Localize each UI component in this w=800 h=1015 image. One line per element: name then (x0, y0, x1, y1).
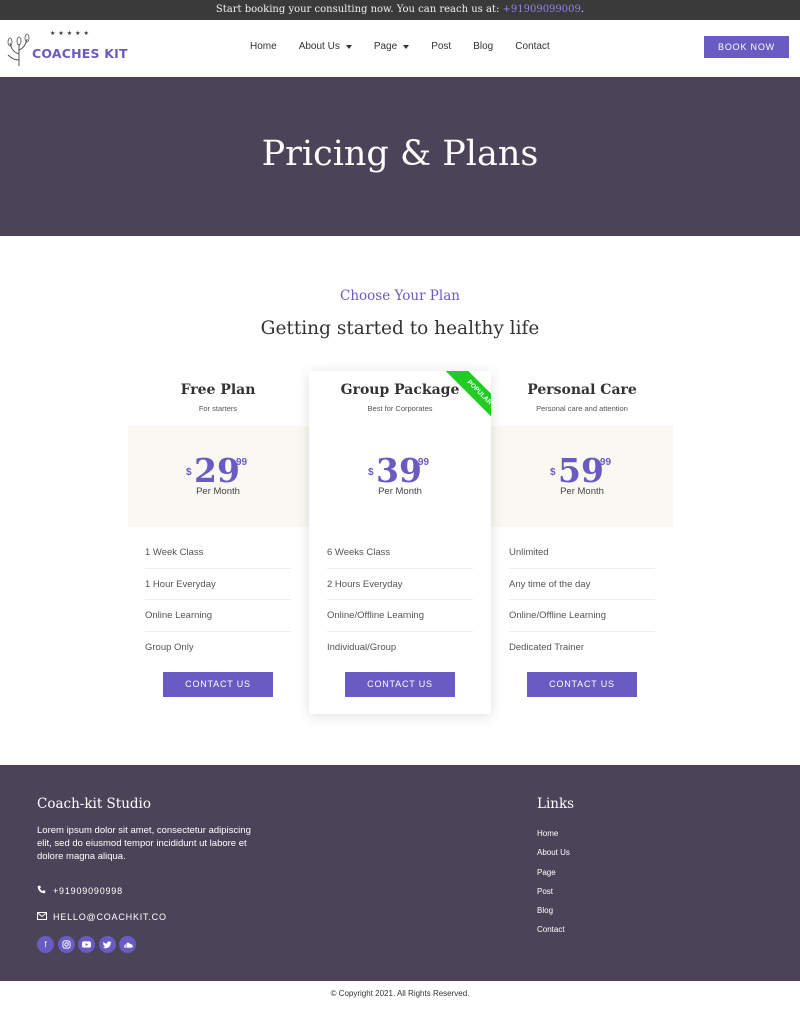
nav-item-home[interactable]: Home (250, 41, 277, 52)
main-nav: Home About Us Page Post Blog Contact (250, 41, 572, 52)
nav-item-post[interactable]: Post (431, 41, 451, 52)
plant-logo-icon (7, 33, 30, 66)
caret-down-icon (345, 44, 352, 49)
price-currency: $ (186, 467, 192, 478)
caret-down-icon (403, 44, 410, 49)
nav-item-about-us[interactable]: About Us (299, 41, 352, 52)
plan-features: 1 Week Class 1 Hour Everyday Online Learni… (145, 537, 291, 664)
plan-feature-item: 1 Week Class (145, 537, 291, 569)
plan-subtitle: For starters (198, 404, 238, 413)
pricing-card-free-plan: Free Plan For starters $ 29 99 Per Month 1… (127, 371, 309, 714)
plan-feature-item: Individual/Group (327, 642, 397, 654)
logo-text: COACHES KIT (32, 46, 128, 61)
soundcloud-icon[interactable] (119, 936, 136, 953)
plan-feature-item: Group Only (145, 642, 194, 654)
footer-link-post[interactable]: Post (537, 887, 570, 906)
footer-about-text: Lorem ipsum dolor sit amet, consectetur … (37, 825, 251, 862)
nav-item-contact[interactable]: Contact (515, 41, 549, 52)
envelope-icon (37, 912, 49, 922)
section-eyebrow: Choose Your Plan (340, 288, 460, 304)
copyright-text: © Copyright 2021. All Rights Reserved. (0, 981, 800, 1015)
footer-link-contact[interactable]: Contact (537, 925, 570, 944)
plan-feature-item: Online/Offline Learning (509, 600, 655, 633)
plan-feature-item: 2 Hours Everyday (327, 569, 473, 601)
footer-link-about-us[interactable]: About Us (537, 848, 570, 867)
price-amount: 59 (558, 451, 604, 490)
phone-icon (37, 885, 49, 896)
plan-subtitle: Personal care and attention (536, 404, 628, 413)
nav-item-blog[interactable]: Blog (473, 41, 493, 52)
plan-feature-item: Dedicated Trainer (509, 642, 584, 654)
price-period: Per Month (378, 486, 422, 497)
pricing-card-personal-care: Personal Care Personal care and attention… (491, 371, 673, 714)
contact-us-button[interactable]: CONTACT US (345, 672, 455, 697)
popular-ribbon-label: POPULAR (445, 371, 491, 427)
footer-phone[interactable]: +91909090998 (37, 885, 123, 896)
nav-item-label: Home (250, 41, 277, 52)
popular-ribbon: POPULAR (435, 371, 491, 427)
plan-features: 6 Weeks Class 2 Hours Everyday Online/Offl… (327, 537, 473, 664)
price-amount: 39 (376, 451, 422, 490)
price-cents: 99 (418, 457, 430, 468)
plan-feature-item: Online/Offline Learning (327, 600, 473, 633)
footer-link-page[interactable]: Page (537, 868, 570, 887)
pricing-card-group-package: Group Package Best for Corporates $ 39 99… (309, 371, 491, 714)
price-period: Per Month (560, 486, 604, 497)
footer-link-home[interactable]: Home (537, 829, 570, 848)
plan-features: Unlimited Any time of the day Online/Offli… (509, 537, 655, 664)
plan-feature-item: Unlimited (509, 537, 655, 569)
footer-phone-text: +91909090998 (53, 885, 123, 896)
footer-links-list: Home About Us Page Post Blog Contact (537, 829, 570, 945)
announcement-phone-link[interactable]: +91909099009 (503, 4, 581, 15)
nav-item-label: Post (431, 41, 452, 52)
plan-feature-item: Any time of the day (509, 569, 655, 601)
nav-item-label: About Us (298, 41, 340, 52)
facebook-icon[interactable]: f (37, 936, 54, 953)
price-amount: 29 (194, 451, 240, 490)
announcement-bar: Start booking your consulting now. You c… (0, 0, 800, 20)
price-cents: 99 (600, 457, 612, 468)
nav-item-page[interactable]: Page (373, 41, 410, 52)
announcement-end: . (580, 4, 585, 15)
site-header: ★★★★★ COACHES KIT Home About Us Page Post Bl… (0, 20, 800, 77)
twitter-icon[interactable] (98, 936, 116, 953)
plan-feature-item: 1 Hour Everyday (145, 569, 291, 601)
footer-studio-title: Coach-kit Studio (37, 796, 151, 812)
plan-title: Personal Care (527, 382, 637, 398)
nav-item-label: Page (373, 41, 398, 52)
section-heading: Getting started to healthy life (260, 318, 540, 339)
nav-item-label: Contact (515, 41, 550, 52)
plan-feature-item: 6 Weeks Class (327, 537, 473, 569)
instagram-icon[interactable] (57, 936, 75, 953)
book-now-button[interactable]: BOOK NOW (704, 36, 789, 58)
footer-links-title: Links (537, 796, 575, 812)
announcement-text: Start booking your consulting now. You c… (215, 4, 503, 15)
footer-link-blog[interactable]: Blog (537, 906, 570, 925)
contact-us-button[interactable]: CONTACT US (527, 672, 637, 697)
price-currency: $ (368, 467, 374, 478)
footer-email[interactable]: HELLO@COACHKIT.CO (37, 912, 167, 922)
site-logo[interactable]: ★★★★★ COACHES KIT (6, 30, 128, 68)
page-title: Pricing & Plans (261, 134, 539, 174)
logo-stars: ★★★★★ (50, 31, 92, 37)
social-links: f (37, 936, 140, 953)
nav-item-label: Blog (473, 41, 494, 52)
contact-us-button[interactable]: CONTACT US (163, 672, 273, 697)
price-currency: $ (550, 467, 556, 478)
price-period: Per Month (196, 486, 240, 497)
plan-feature-item: Online Learning (145, 600, 291, 633)
youtube-icon[interactable] (78, 936, 95, 953)
footer-email-text: HELLO@COACHKIT.CO (53, 912, 167, 922)
site-footer: Coach-kit Studio Lorem ipsum dolor sit a… (0, 765, 800, 981)
page-hero: Pricing & Plans (0, 77, 800, 236)
plan-title: Free Plan (180, 382, 256, 398)
price-cents: 99 (236, 457, 248, 468)
